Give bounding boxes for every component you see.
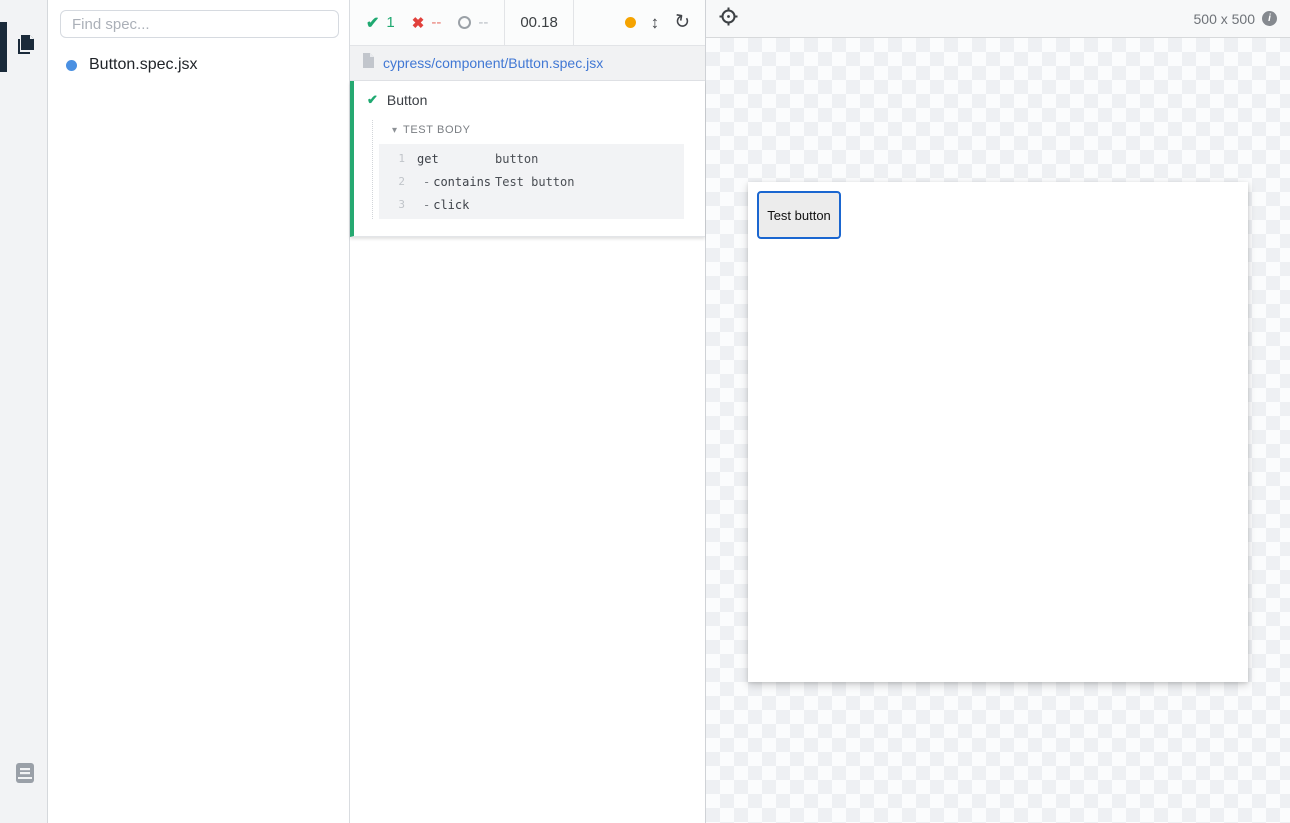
reporter-panel: ✔ 1 ✖ -- -- 00.18 ↕ ↻ [350, 0, 706, 823]
command-message: button [495, 152, 538, 166]
test-stats: ✔ 1 ✖ -- -- [350, 0, 504, 45]
child-command-dash: - [423, 198, 430, 212]
spec-list-panel: Button.spec.jsx [48, 0, 350, 823]
command-row[interactable]: 3 - click [379, 193, 684, 216]
passed-check-icon: ✔ [366, 13, 379, 33]
command-name: get [417, 152, 439, 166]
caret-down-icon: ▾ [392, 125, 397, 136]
spec-status-dot [66, 60, 77, 71]
active-nav-indicator [0, 22, 7, 72]
duration-value: 00.18 [520, 14, 558, 31]
command-message: Test button [495, 175, 574, 189]
selector-playground-button[interactable] [719, 7, 738, 31]
failed-x-icon: ✖ [412, 14, 425, 32]
aut-panel: 500 x 500 i Test button [706, 0, 1290, 823]
restart-tests-icon[interactable]: ↻ [673, 12, 692, 33]
command-number: 3 [379, 198, 405, 211]
command-name: click [433, 198, 469, 212]
reporter-controls: ↕ ↻ [625, 0, 705, 45]
cypress-app: Button.spec.jsx ✔ 1 ✖ -- -- 00.18 [0, 0, 1290, 823]
command-name: contains [433, 175, 491, 189]
test-duration: 00.18 [504, 0, 574, 45]
auto-scroll-icon[interactable]: ↕ [651, 14, 660, 31]
pending-count: -- [478, 14, 488, 31]
viewport-size-label: 500 x 500 [1194, 11, 1256, 27]
passed-count: 1 [386, 14, 394, 31]
reporter-header: ✔ 1 ✖ -- -- 00.18 ↕ ↻ [350, 0, 705, 46]
spec-item-label: Button.spec.jsx [89, 56, 198, 74]
stat-pending: -- [458, 14, 488, 31]
command-row[interactable]: 1 get button [379, 147, 684, 170]
logs-nav-button[interactable] [10, 760, 40, 790]
spec-list-item[interactable]: Button.spec.jsx [48, 38, 349, 74]
aut-background: Test button [706, 38, 1290, 823]
aut-viewport: Test button [748, 182, 1248, 682]
test-runnable-block: ✔ Button ▾ TEST BODY 1 get button [350, 81, 705, 237]
hook-header[interactable]: ▾ TEST BODY [379, 120, 705, 144]
spec-path-link[interactable]: cypress/component/Button.spec.jsx [383, 55, 603, 71]
stat-passed: ✔ 1 [366, 13, 395, 33]
hook-section: ▾ TEST BODY 1 get button 2 - [372, 120, 705, 219]
crosshair-icon [719, 7, 738, 31]
hook-label: TEST BODY [403, 124, 471, 136]
pending-circle-icon [458, 16, 471, 29]
test-title-row[interactable]: ✔ Button [354, 90, 705, 112]
debug-dot-icon[interactable] [625, 17, 636, 28]
command-log: 1 get button 2 - contains Test button [379, 144, 684, 219]
command-number: 2 [379, 175, 405, 188]
failed-count: -- [431, 14, 441, 31]
command-method: - contains [417, 175, 495, 189]
command-row[interactable]: 2 - contains Test button [379, 170, 684, 193]
command-number: 1 [379, 152, 405, 165]
info-icon[interactable]: i [1262, 11, 1277, 26]
viewport-size: 500 x 500 i [1194, 11, 1278, 27]
command-method: get [417, 152, 495, 166]
nav-sidebar [0, 0, 48, 823]
spec-search-input[interactable] [60, 10, 339, 38]
command-method: - click [417, 198, 495, 212]
aut-header: 500 x 500 i [706, 0, 1290, 38]
file-document-icon [362, 53, 375, 73]
test-button[interactable]: Test button [757, 191, 841, 239]
specs-nav-button[interactable] [10, 31, 40, 61]
stat-failed: ✖ -- [412, 14, 442, 32]
child-command-dash: - [423, 175, 430, 189]
test-passed-check-icon: ✔ [367, 92, 378, 108]
test-name: Button [387, 92, 427, 108]
stacked-files-icon [12, 31, 38, 62]
logs-icon [13, 760, 37, 791]
spec-path-row: cypress/component/Button.spec.jsx [350, 46, 705, 81]
